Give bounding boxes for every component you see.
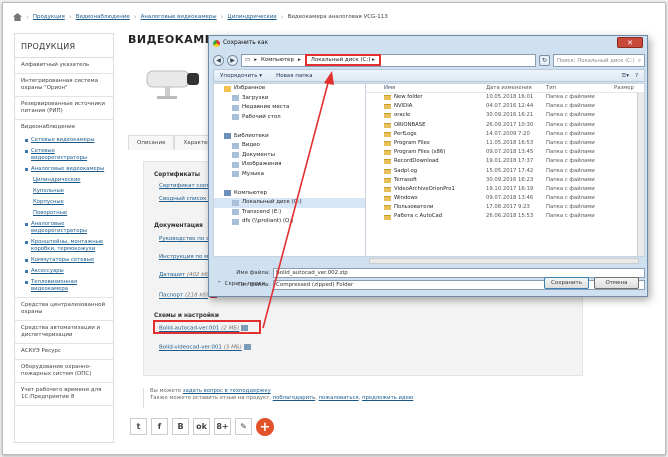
browser-page: › Продукция › Видеонаблюдение › Аналогов… [2, 2, 666, 455]
annotation-arrow [262, 71, 334, 329]
